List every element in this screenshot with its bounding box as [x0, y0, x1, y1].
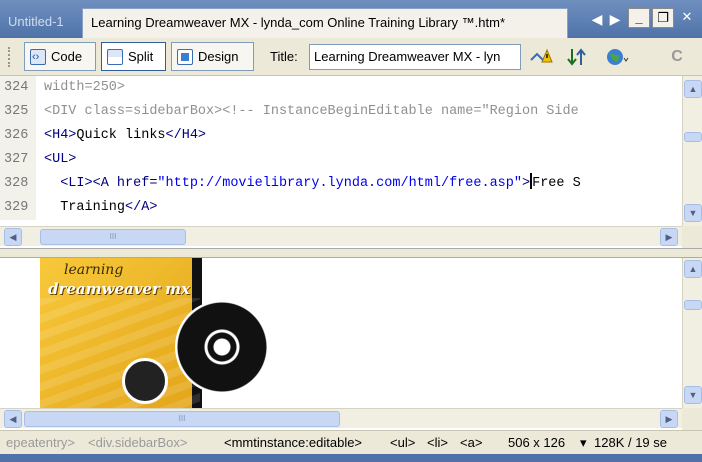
- window-size[interactable]: 506 x 126: [508, 431, 565, 454]
- tag-selector-ul[interactable]: <ul>: [390, 431, 415, 454]
- refresh-icon[interactable]: C: [664, 46, 690, 68]
- code-horizontal-thumb[interactable]: III: [40, 229, 186, 245]
- scroll-right-icon[interactable]: ▶: [660, 410, 678, 428]
- status-bar: epeatentry> <div.sidebarBox> <mmtinstanc…: [0, 430, 702, 454]
- code-line: 325 <DIV class=sidebarBox><!-- InstanceBe…: [0, 100, 579, 124]
- split-view-button[interactable]: Split: [101, 42, 166, 71]
- split-view-label: Split: [128, 49, 154, 64]
- tab-learning-dreamweaver[interactable]: Learning Dreamweaver MX - lynda_com Onli…: [82, 8, 568, 38]
- title-label: Title:: [270, 49, 298, 64]
- design-horizontal-thumb[interactable]: III: [24, 411, 340, 427]
- code-text: Training: [44, 200, 126, 215]
- restore-button[interactable]: ❐: [652, 8, 674, 28]
- tab-untitled-1[interactable]: Untitled-1: [0, 8, 80, 38]
- cover-title-line2: dreamweaver mx: [48, 280, 190, 298]
- design-view-icon: [177, 49, 193, 65]
- cover-title-line1: learning: [64, 262, 124, 278]
- design-horizontal-scrollbar[interactable]: ◀ III ▶: [0, 408, 682, 428]
- code-string: "http://movielibrary.lynda.com/html/free…: [157, 176, 522, 191]
- scroll-up-icon[interactable]: ▲: [684, 80, 702, 98]
- code-view-panel[interactable]: 324 width=250> 325 <DIV class=sidebarBox><…: [0, 76, 682, 226]
- code-view-icon: [30, 44, 46, 71]
- design-view-panel[interactable]: learning dreamweaver mx: [0, 258, 682, 408]
- line-number: 326: [0, 124, 36, 148]
- tag-selector-div[interactable]: <div.sidebarBox>: [88, 431, 188, 454]
- design-vertical-thumb[interactable]: [684, 300, 702, 310]
- tag-selector-li[interactable]: <li>: [427, 431, 448, 454]
- line-number: 325: [0, 100, 36, 124]
- code-horizontal-scrollbar[interactable]: ◀ III ▶: [0, 226, 682, 246]
- close-button[interactable]: ✕: [676, 8, 698, 28]
- minimize-button[interactable]: _: [628, 8, 650, 28]
- code-tag: >: [521, 176, 531, 191]
- code-line: 326 <H4>Quick links</H4>: [0, 124, 206, 148]
- scroll-down-icon[interactable]: ▼: [684, 204, 702, 222]
- code-line: 324 width=250>: [0, 76, 125, 100]
- code-vertical-thumb[interactable]: [684, 132, 702, 142]
- code-line: 329 Training</A>: [0, 196, 157, 220]
- tab-scroll-left-icon[interactable]: ◀: [588, 8, 606, 30]
- scroll-left-icon[interactable]: ◀: [4, 228, 22, 246]
- code-vertical-scrollbar[interactable]: ▲ ▼: [682, 76, 702, 226]
- line-number: 327: [0, 148, 36, 172]
- file-size-download-time: 128K / 19 se: [594, 435, 667, 450]
- document-tab-bar: Untitled-1 Learning Dreamweaver MX - lyn…: [0, 0, 702, 38]
- toolbar-grip[interactable]: [8, 47, 12, 67]
- scrollbar-corner: [682, 226, 702, 248]
- line-number: 328: [0, 172, 36, 196]
- design-view-label: Design: [198, 49, 239, 64]
- code-tag: </H4>: [165, 128, 207, 143]
- line-number: 324: [0, 76, 36, 100]
- tag-selector-a[interactable]: <a>: [460, 431, 482, 454]
- scroll-down-icon[interactable]: ▼: [684, 386, 702, 404]
- preview-browser-icon[interactable]: [604, 46, 630, 68]
- tab-scroll-right-icon[interactable]: ▶: [606, 8, 624, 30]
- title-input[interactable]: Learning Dreamweaver MX - lyn: [309, 44, 521, 70]
- code-line: 328 <LI><A href="http://movielibrary.lyn…: [0, 172, 581, 196]
- code-tag: <LI><A href=: [60, 176, 158, 191]
- design-view-button[interactable]: Design: [171, 42, 254, 71]
- scroll-right-icon[interactable]: ▶: [660, 228, 678, 246]
- file-transfer-icon[interactable]: [566, 46, 592, 68]
- code-view-label: Code: [51, 49, 83, 64]
- cd-disc-image: [175, 300, 269, 394]
- split-view-icon: [107, 49, 123, 65]
- scroll-up-icon[interactable]: ▲: [684, 260, 702, 278]
- code-tag: <H4>: [44, 128, 77, 143]
- document-toolbar: Code Split Design Title: Learning Dreamw…: [0, 38, 702, 76]
- tag-selector-editable[interactable]: <mmtinstance:editable>: [224, 431, 362, 454]
- code-line: 327 <UL>: [0, 148, 76, 172]
- design-vertical-scrollbar[interactable]: ▲ ▼: [682, 258, 702, 408]
- author-portrait: [122, 358, 168, 404]
- code-tag: </A>: [125, 200, 158, 215]
- code-tag: <UL>: [44, 152, 77, 167]
- split-view-divider[interactable]: [0, 248, 702, 258]
- scroll-left-icon[interactable]: ◀: [4, 410, 22, 428]
- browser-check-icon[interactable]: [528, 46, 554, 68]
- code-view-button[interactable]: Code: [24, 42, 96, 71]
- code-text: Quick links: [76, 128, 166, 143]
- tag-selector-repeatentry[interactable]: epeatentry>: [6, 431, 75, 454]
- code-text: <DIV class=sidebarBox><!-- InstanceBegin…: [44, 104, 579, 119]
- scrollbar-corner: [682, 408, 702, 430]
- line-number: 329: [0, 196, 36, 220]
- window-size-dropdown-icon[interactable]: ▾: [580, 431, 587, 454]
- window-bottom-edge: [0, 454, 702, 462]
- code-text: width=250>: [44, 80, 126, 95]
- code-text: Free S: [532, 176, 581, 191]
